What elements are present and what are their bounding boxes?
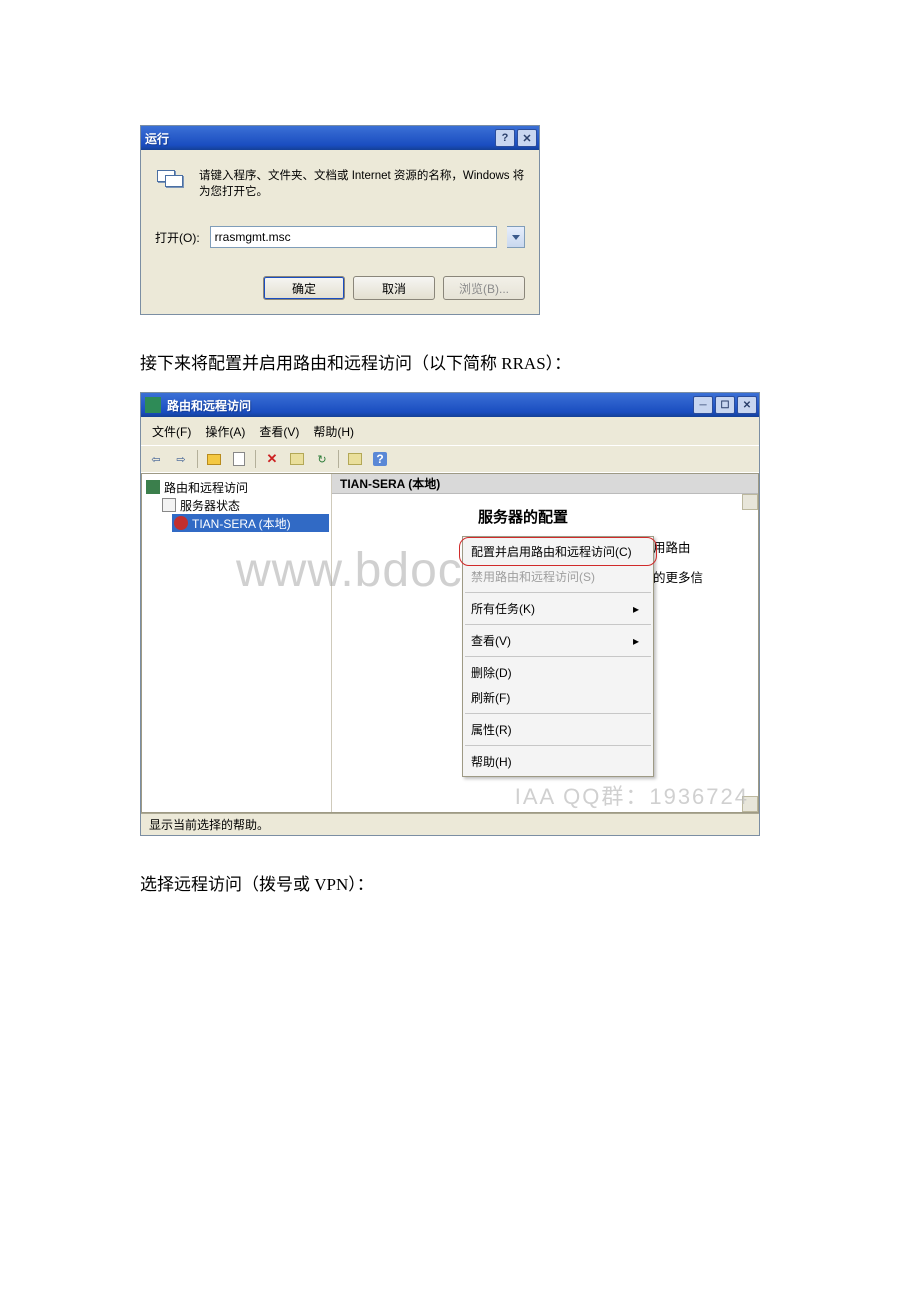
content-header: TIAN-SERA (本地)	[332, 474, 758, 494]
close-button[interactable]: ✕	[737, 396, 757, 414]
properties-button[interactable]	[286, 448, 308, 470]
cm-help[interactable]: 帮助(H)	[463, 749, 653, 774]
cancel-button[interactable]: 取消	[353, 276, 435, 300]
content-heading: 服务器的配置	[478, 506, 726, 527]
menubar: 文件(F) 操作(A) 查看(V) 帮助(H)	[141, 417, 759, 445]
submenu-arrow-icon: ▸	[633, 602, 639, 616]
refresh-button[interactable]: ↻	[311, 448, 333, 470]
back-button[interactable]: ⇦	[145, 448, 167, 470]
tree-server-status[interactable]: 服务器状态	[160, 496, 329, 514]
tree-server-node[interactable]: TIAN-SERA (本地)	[172, 514, 329, 532]
submenu-arrow-icon: ▸	[633, 634, 639, 648]
help-button[interactable]: ?	[369, 448, 391, 470]
scroll-down-button[interactable]	[742, 796, 758, 812]
menu-help[interactable]: 帮助(H)	[308, 421, 359, 442]
cm-separator	[465, 624, 651, 625]
open-label: 打开(O):	[155, 229, 200, 246]
cm-disable-label: 禁用路由和远程访问(S)	[471, 568, 595, 585]
delete-button[interactable]: ✕	[261, 448, 283, 470]
cm-view[interactable]: 查看(V) ▸	[463, 628, 653, 653]
minimize-button[interactable]: ─	[693, 396, 713, 414]
run-description: 请键入程序、文件夹、文档或 Internet 资源的名称，Windows 将为您…	[199, 168, 525, 200]
vertical-scrollbar[interactable]	[742, 494, 758, 812]
run-icon	[155, 168, 187, 194]
menu-file[interactable]: 文件(F)	[147, 421, 196, 442]
tree-root[interactable]: 路由和远程访问	[144, 478, 329, 496]
cm-all-tasks[interactable]: 所有任务(K) ▸	[463, 596, 653, 621]
tree-status-label: 服务器状态	[180, 497, 240, 514]
rras-mmc-window: 路由和远程访问 ─ ☐ ✕ 文件(F) 操作(A) 查看(V) 帮助(H) ⇦ …	[140, 392, 760, 836]
cm-refresh[interactable]: 刷新(F)	[463, 685, 653, 710]
show-columns-button[interactable]	[228, 448, 250, 470]
menu-action[interactable]: 操作(A)	[200, 421, 250, 442]
scroll-up-button[interactable]	[742, 494, 758, 510]
run-titlebar: 运行 ? ✕	[141, 126, 539, 150]
browse-button[interactable]: 浏览(B)...	[443, 276, 525, 300]
properties-button-2[interactable]	[344, 448, 366, 470]
mmc-titlebar: 路由和远程访问 ─ ☐ ✕	[141, 393, 759, 417]
context-menu: 配置并启用路由和远程访问(C) 禁用路由和远程访问(S) 所有任务(K) ▸	[462, 536, 654, 777]
cm-configure[interactable]: 配置并启用路由和远程访问(C)	[463, 539, 653, 564]
up-folder-button[interactable]	[203, 448, 225, 470]
cm-refresh-label: 刷新(F)	[471, 689, 510, 706]
caption-1: 接下来将配置并启用路由和远程访问（以下简称 RRAS）：	[140, 349, 780, 374]
cm-separator	[465, 592, 651, 593]
tree-root-label: 路由和远程访问	[164, 479, 248, 496]
server-icon	[174, 516, 188, 530]
cm-delete-label: 删除(D)	[471, 664, 512, 681]
statusbar-text: 显示当前选择的帮助。	[149, 816, 269, 833]
cm-help-label: 帮助(H)	[471, 753, 512, 770]
run-title: 运行	[145, 130, 493, 147]
cm-view-label: 查看(V)	[471, 632, 511, 649]
tree-server-label: TIAN-SERA (本地)	[192, 515, 291, 532]
cm-delete[interactable]: 删除(D)	[463, 660, 653, 685]
toolbar-separator	[338, 450, 339, 468]
open-input[interactable]	[210, 226, 497, 248]
cm-all-tasks-label: 所有任务(K)	[471, 600, 535, 617]
maximize-button[interactable]: ☐	[715, 396, 735, 414]
help-button[interactable]: ?	[495, 129, 515, 147]
cm-properties-label: 属性(R)	[471, 721, 512, 738]
forward-button[interactable]: ⇨	[170, 448, 192, 470]
mmc-title-icon	[145, 397, 161, 413]
cm-separator	[465, 713, 651, 714]
cm-disable: 禁用路由和远程访问(S)	[463, 564, 653, 589]
close-button[interactable]: ✕	[517, 129, 537, 147]
toolbar-separator	[197, 450, 198, 468]
statusbar: 显示当前选择的帮助。	[141, 813, 759, 835]
cm-separator	[465, 656, 651, 657]
tree-pane: 路由和远程访问 服务器状态 TIAN-SERA (本地)	[142, 474, 332, 812]
scroll-track[interactable]	[742, 510, 758, 796]
cm-properties[interactable]: 属性(R)	[463, 717, 653, 742]
caption-2: 选择远程访问（拨号或 VPN）：	[140, 870, 780, 895]
mmc-title: 路由和远程访问	[167, 397, 691, 414]
toolbar-separator	[255, 450, 256, 468]
content-pane: TIAN-SERA (本地) 服务器的配置 ，在“操作”菜单上单击“配置并启用路…	[332, 474, 758, 812]
menu-view[interactable]: 查看(V)	[254, 421, 304, 442]
open-combo-dropdown[interactable]	[507, 226, 525, 248]
run-dialog: 运行 ? ✕ 请键入程序、文件夹、文档或 Internet 资源的名称，Wind…	[140, 125, 540, 315]
ok-button[interactable]: 确定	[263, 276, 345, 300]
status-icon	[162, 498, 176, 512]
server-root-icon	[146, 480, 160, 494]
cm-separator	[465, 745, 651, 746]
toolbar: ⇦ ⇨ ✕ ↻ ?	[141, 445, 759, 473]
cm-configure-label: 配置并启用路由和远程访问(C)	[471, 543, 632, 560]
